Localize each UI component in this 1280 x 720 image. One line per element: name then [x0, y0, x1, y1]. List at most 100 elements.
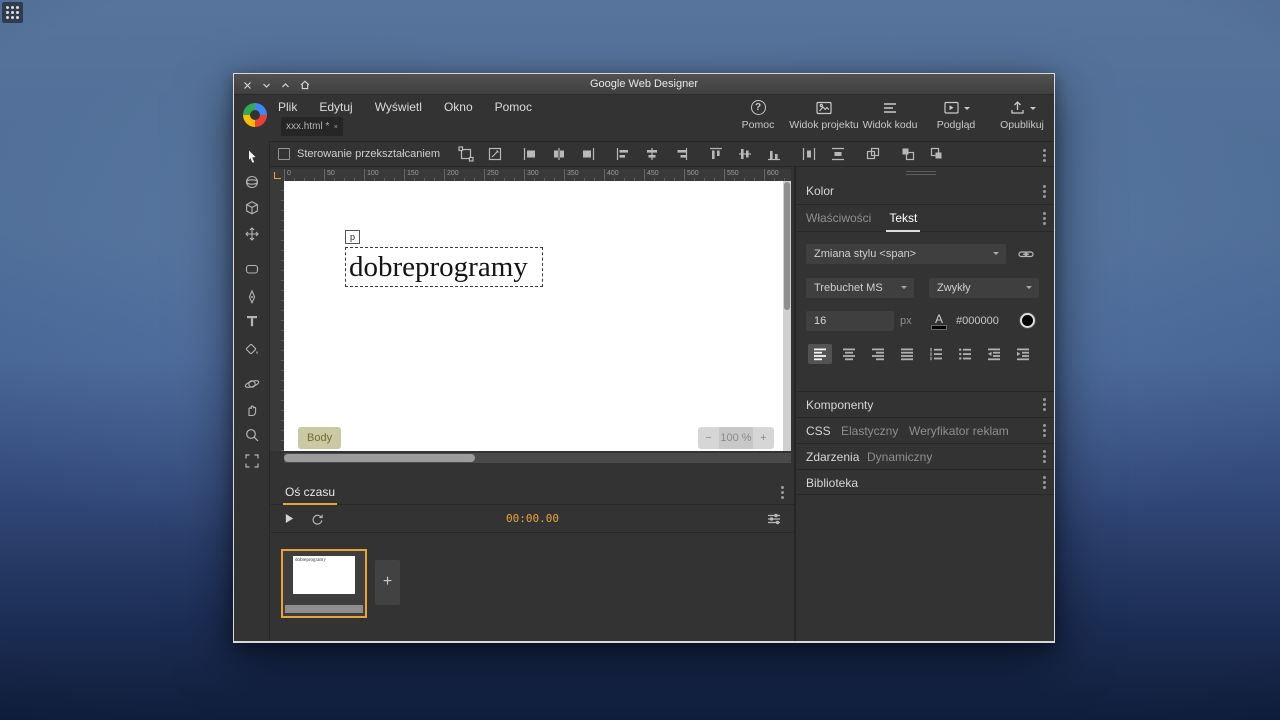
distribute-left-icon[interactable]	[521, 145, 539, 163]
font-family-dropdown[interactable]: Trebuchet MS	[806, 278, 914, 298]
document-tab-label: xxx.html *	[286, 121, 329, 132]
text-color-button[interactable]: A	[930, 311, 948, 331]
code-view-button[interactable]: Widok kodu	[858, 99, 922, 131]
ruler-tick-label: 250	[484, 169, 524, 181]
transform-control-checkbox[interactable]	[278, 148, 290, 160]
bullet-list-button[interactable]	[953, 344, 977, 364]
3d-object-rotate-tool[interactable]	[242, 198, 262, 218]
tabs-menu-icon[interactable]	[1043, 217, 1046, 220]
window-shade-icon[interactable]	[260, 79, 273, 91]
tab-close-icon[interactable]	[334, 123, 338, 130]
distribute-center-h-icon[interactable]	[550, 145, 568, 163]
vertical-scrollbar-thumb[interactable]	[784, 182, 790, 310]
space-vertical-icon[interactable]	[829, 145, 847, 163]
project-view-icon	[815, 99, 833, 117]
menu-pomoc[interactable]: Pomoc	[495, 98, 532, 116]
window-close-icon[interactable]	[241, 79, 254, 91]
menu-edytuj[interactable]: Edytuj	[319, 98, 352, 116]
hand-tool[interactable]	[242, 400, 262, 420]
menu-wyswietl[interactable]: Wyświetl	[375, 98, 422, 116]
text-color-hex[interactable]: #000000	[956, 311, 999, 331]
match-size-icon[interactable]	[864, 145, 882, 163]
align-left-icon[interactable]	[614, 145, 632, 163]
tab-properties[interactable]: Właściwości	[806, 205, 871, 232]
zoom-out-button[interactable]: −	[698, 432, 719, 444]
publish-button[interactable]: Opublikuj	[990, 99, 1054, 131]
align-middle-icon[interactable]	[736, 145, 754, 163]
horizontal-scrollbar-thumb[interactable]	[284, 454, 475, 462]
font-weight-dropdown[interactable]: Zwykły	[929, 278, 1039, 298]
indent-increase-button[interactable]	[1011, 344, 1035, 364]
align-text-center-button[interactable]	[837, 344, 861, 364]
indent-decrease-button[interactable]	[982, 344, 1006, 364]
events-dynamic-tab[interactable]: Dynamiczny	[867, 444, 932, 470]
toolbar-menu-icon[interactable]	[1043, 154, 1046, 157]
timeline-menu-icon[interactable]	[781, 491, 784, 494]
free-rotate-tool[interactable]	[242, 172, 262, 192]
menu-okno[interactable]: Okno	[444, 98, 473, 116]
preview-button[interactable]: Podgląd	[924, 99, 988, 131]
align-center-h-icon[interactable]	[643, 145, 661, 163]
tab-text[interactable]: Tekst	[889, 205, 917, 232]
3d-stage-rotate-tool[interactable]	[242, 374, 262, 394]
align-right-icon[interactable]	[672, 145, 690, 163]
events-section-header[interactable]: Zdarzenia Dynamiczny	[796, 443, 1054, 469]
timeline-settings-icon[interactable]	[766, 511, 782, 532]
document-tab[interactable]: xxx.html *	[281, 117, 343, 136]
keyframe-preview: dobreprogramy	[293, 556, 355, 594]
style-scope-dropdown[interactable]: Zmiana stylu <span>	[806, 244, 1006, 264]
zoom-in-button[interactable]: +	[753, 432, 774, 444]
keyframe-thumbnail[interactable]: dobreprogramy	[281, 549, 367, 618]
justify-text-button[interactable]	[895, 344, 919, 364]
library-section-header[interactable]: Biblioteka	[796, 469, 1054, 495]
css-section-header[interactable]: CSS Elastyczny Weryfikator reklam	[796, 417, 1054, 443]
add-keyframe-button[interactable]: +	[375, 560, 400, 605]
selection-tool[interactable]	[242, 147, 262, 167]
text-color-swatch[interactable]	[1020, 313, 1035, 328]
timeline-tab[interactable]: Oś czasu	[285, 479, 335, 505]
project-view-button[interactable]: Widok projektu	[792, 99, 856, 131]
align-text-right-button[interactable]	[866, 344, 890, 364]
bring-forward-icon[interactable]	[899, 145, 917, 163]
window-maximize-icon[interactable]	[298, 79, 311, 91]
edit-transform-icon[interactable]	[486, 145, 504, 163]
font-size-input[interactable]: 16	[806, 311, 894, 331]
breadcrumb-body[interactable]: Body	[298, 427, 341, 449]
timeline-panel: Oś czasu 00:00.00 dobreprogramy +	[271, 479, 794, 643]
help-button[interactable]: ? Pomoc	[726, 99, 790, 131]
align-text-left-button[interactable]	[808, 344, 832, 364]
selected-element[interactable]: p dobreprogramy	[345, 247, 543, 287]
color-section-menu-icon[interactable]	[1043, 190, 1046, 193]
vertical-scrollbar[interactable]	[783, 181, 791, 451]
transform-frame-icon[interactable]	[457, 145, 475, 163]
tag-tool[interactable]	[242, 259, 262, 279]
components-section-header[interactable]: Komponenty	[796, 391, 1054, 417]
inspector-panel: Kolor Właściwości Tekst Zmiana stylu <sp…	[796, 167, 1054, 641]
css-flexible-tab[interactable]: Elastyczny	[841, 418, 898, 444]
paint-bucket-tool[interactable]	[242, 339, 262, 359]
zoom-tool[interactable]	[242, 425, 262, 445]
panel-grip[interactable]	[906, 171, 936, 177]
pen-tool[interactable]	[242, 287, 262, 307]
events-menu-icon[interactable]	[1043, 455, 1046, 458]
library-menu-icon[interactable]	[1043, 481, 1046, 484]
ordered-list-button[interactable]	[924, 344, 948, 364]
color-section-header[interactable]: Kolor	[796, 178, 1054, 205]
menu-plik[interactable]: Plik	[278, 98, 297, 116]
distribute-right-icon[interactable]	[579, 145, 597, 163]
align-bottom-icon[interactable]	[765, 145, 783, 163]
window-minimize-icon[interactable]	[279, 79, 292, 91]
3d-translate-tool[interactable]	[242, 224, 262, 244]
align-top-icon[interactable]	[707, 145, 725, 163]
text-tool[interactable]	[242, 311, 262, 331]
link-style-icon[interactable]	[1018, 246, 1034, 267]
fit-view-tool[interactable]	[242, 451, 262, 471]
space-horizontal-icon[interactable]	[800, 145, 818, 163]
send-backward-icon[interactable]	[928, 145, 946, 163]
horizontal-scrollbar[interactable]	[284, 453, 791, 463]
app-grid-launcher-icon[interactable]	[2, 2, 23, 23]
design-canvas[interactable]: p dobreprogramy Body − 100 % +	[284, 181, 791, 451]
components-menu-icon[interactable]	[1043, 403, 1046, 406]
css-ad-validator-tab[interactable]: Weryfikator reklam	[909, 418, 1009, 444]
css-menu-icon[interactable]	[1043, 429, 1046, 432]
